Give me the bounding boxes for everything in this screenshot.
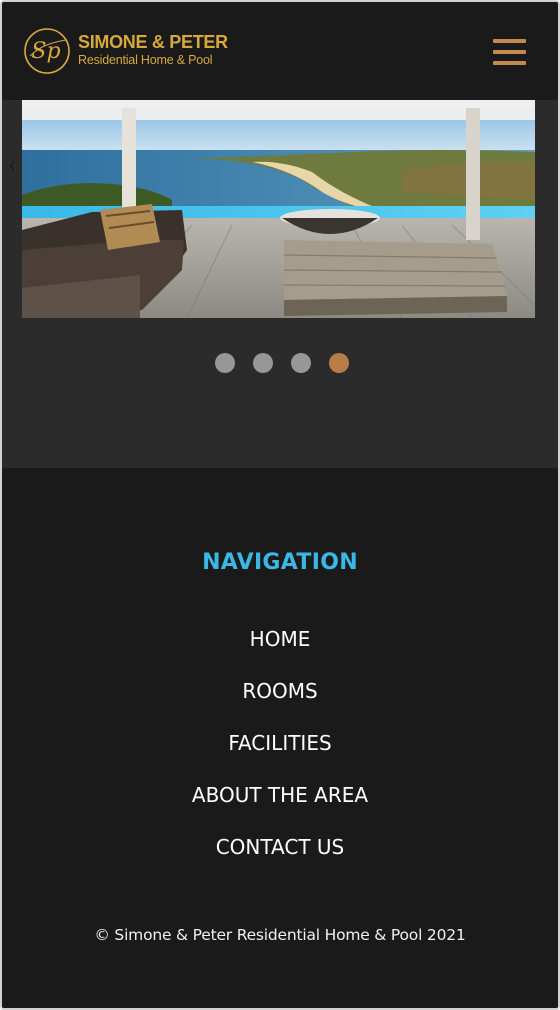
- slider-prev-arrow-icon[interactable]: ‹: [8, 154, 24, 176]
- page-frame: Sp SIMONE & PETER Residential Home & Poo…: [0, 0, 560, 1010]
- slider-pagination: [2, 353, 558, 373]
- image-slider: ‹: [2, 100, 558, 468]
- brand-monogram-text: Sp: [31, 39, 60, 64]
- footer-nav-link-about-the-area[interactable]: ABOUT THE AREA: [192, 779, 368, 811]
- footer-nav-link-rooms[interactable]: ROOMS: [242, 675, 317, 707]
- site-header: Sp SIMONE & PETER Residential Home & Poo…: [2, 2, 558, 100]
- footer-nav-link-home[interactable]: HOME: [250, 623, 311, 655]
- brand-monogram-icon: Sp: [24, 28, 70, 74]
- footer-nav-item: ROOMS: [2, 675, 558, 727]
- brand-title: SIMONE & PETER: [78, 32, 228, 52]
- terrace-pool-ocean-image: [22, 100, 535, 318]
- menu-bar-middle: [493, 50, 526, 54]
- brand-logo-link[interactable]: Sp SIMONE & PETER Residential Home & Poo…: [22, 26, 228, 76]
- footer-nav-link-contact-us[interactable]: CONTACT US: [216, 831, 345, 863]
- copyright-text: © Simone & Peter Residential Home & Pool…: [94, 926, 466, 944]
- slider-dot-4-active[interactable]: [329, 353, 349, 373]
- slide-image: [22, 100, 535, 318]
- brand-subtitle: Residential Home & Pool: [78, 53, 213, 67]
- slider-dot-2[interactable]: [253, 353, 273, 373]
- footer-nav-item: FACILITIES: [2, 727, 558, 779]
- footer-nav-heading: NAVIGATION: [202, 550, 358, 575]
- hamburger-menu-icon[interactable]: [493, 39, 526, 66]
- footer-nav-link-facilities[interactable]: FACILITIES: [228, 727, 331, 759]
- slider-dot-3[interactable]: [291, 353, 311, 373]
- footer-nav-list: HOME ROOMS FACILITIES ABOUT THE AREA CON…: [2, 623, 558, 883]
- menu-bar-top: [493, 39, 526, 43]
- footer-nav-item: HOME: [2, 623, 558, 675]
- slider-dot-1[interactable]: [215, 353, 235, 373]
- menu-bar-bottom: [493, 61, 526, 65]
- footer-nav-item: ABOUT THE AREA: [2, 779, 558, 831]
- footer-nav-item: CONTACT US: [2, 831, 558, 883]
- site-footer: NAVIGATION HOME ROOMS FACILITIES ABOUT T…: [2, 468, 558, 1008]
- brand-text: SIMONE & PETER Residential Home & Pool: [78, 32, 228, 68]
